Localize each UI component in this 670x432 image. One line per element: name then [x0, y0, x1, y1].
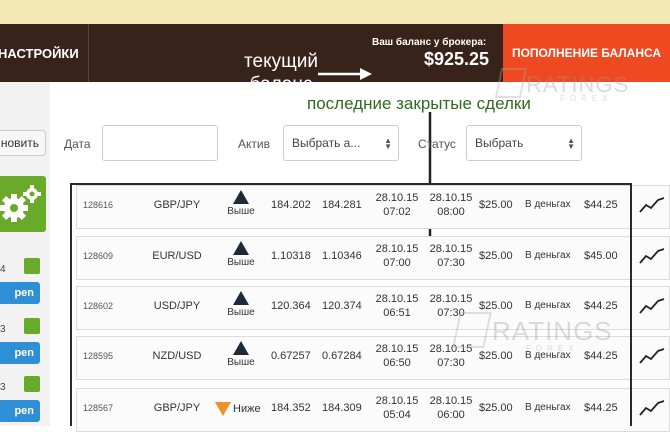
side-card-count: 4 — [0, 264, 6, 275]
side-card: 3 pen — [0, 376, 46, 426]
open-button[interactable]: pen — [0, 342, 40, 364]
asset-select-value: Выбрать а... — [292, 136, 361, 150]
annotation-current-balance: текущий баланс — [244, 51, 318, 95]
side-card: 4 pen — [0, 258, 46, 308]
asset-label: Актив — [238, 137, 270, 151]
line-chart-icon[interactable] — [639, 196, 665, 214]
top-strip — [0, 0, 670, 24]
balance-value: $925.25 — [424, 49, 490, 69]
annotation-last-closed: последние закрытые сделки — [307, 94, 531, 113]
balance-label: Ваш баланс у брокера: — [372, 37, 487, 48]
open-button[interactable]: pen — [0, 282, 40, 304]
date-label: Дата — [64, 137, 91, 151]
nav-settings-label: НАСТРОЙКИ — [0, 45, 79, 61]
annotation-arrow-right-icon — [318, 68, 372, 80]
asset-select[interactable]: Выбрать а... ▲ ▼ — [283, 125, 399, 161]
gear-icon — [0, 185, 41, 222]
line-chart-icon[interactable] — [639, 399, 665, 417]
bar-chart-icon[interactable] — [24, 376, 40, 392]
bar-chart-icon[interactable] — [24, 318, 40, 334]
open-button[interactable]: pen — [0, 400, 40, 422]
watermark-brand: RATINGS — [492, 316, 613, 346]
line-chart-icon[interactable] — [639, 297, 665, 315]
refresh-button[interactable]: новить — [0, 130, 46, 156]
side-card: 3 pen — [0, 318, 46, 368]
date-input[interactable] — [102, 125, 218, 161]
nav-settings[interactable]: НАСТРОЙКИ — [0, 24, 89, 82]
status-label: Статус — [418, 137, 456, 151]
side-card-count: 3 — [0, 382, 6, 393]
watermark-sub: FOREX — [526, 344, 579, 353]
annotation-frame — [70, 183, 632, 426]
bar-chart-icon[interactable] — [24, 258, 40, 274]
settings-gear-button[interactable] — [0, 176, 46, 232]
line-chart-icon[interactable] — [639, 247, 665, 265]
watermark-logo-mid: RATINGS FOREX — [452, 308, 612, 354]
select-arrows-icon: ▲ ▼ — [567, 136, 575, 151]
status-select[interactable]: Выбрать ▲ ▼ — [466, 125, 582, 161]
select-arrows-icon: ▲ ▼ — [384, 136, 392, 151]
side-card-count: 3 — [0, 324, 6, 335]
watermark-sub: FOREX — [560, 94, 613, 103]
line-chart-icon[interactable] — [639, 347, 665, 365]
status-select-value: Выбрать — [475, 136, 524, 150]
